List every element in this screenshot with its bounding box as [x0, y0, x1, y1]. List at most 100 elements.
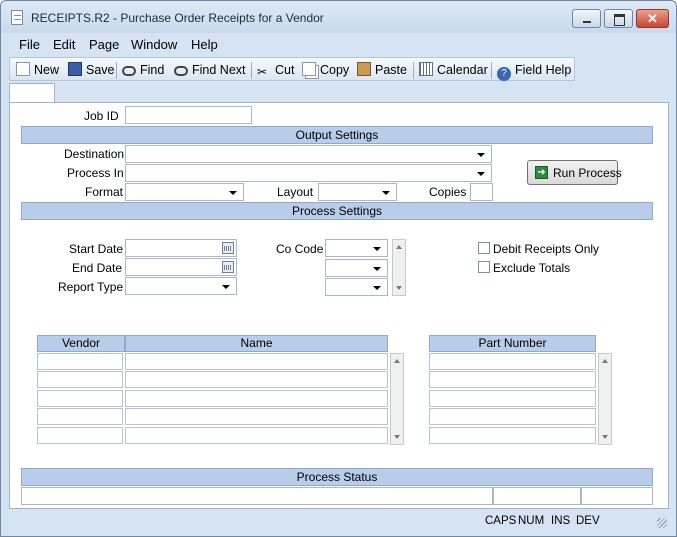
copies-field[interactable]: [470, 183, 493, 201]
process-status-field-3: [581, 487, 653, 505]
process-in-label: Process In: [67, 166, 124, 180]
name-cell[interactable]: [125, 426, 388, 444]
menu-file[interactable]: File: [19, 37, 40, 52]
layout-label: Layout: [277, 185, 314, 199]
scroll-down-icon[interactable]: [602, 435, 608, 439]
part-number-grid-scrollbar[interactable]: [598, 353, 612, 445]
ins-indicator: INS: [551, 515, 571, 527]
process-settings-header: Process Settings: [21, 202, 653, 220]
vendor-cell[interactable]: [37, 426, 123, 444]
copy-icon: [302, 62, 316, 76]
run-arrow-icon: ➜: [535, 166, 548, 179]
paste-button[interactable]: Paste: [357, 61, 407, 79]
field-help-button[interactable]: ? Field Help: [497, 61, 571, 81]
destination-label: Destination: [64, 147, 125, 161]
menu-edit[interactable]: Edit: [53, 37, 75, 52]
calendar-picker-icon[interactable]: [222, 261, 234, 273]
name-cell[interactable]: [125, 371, 388, 389]
binoculars-icon: [122, 66, 136, 76]
end-date-field[interactable]: [125, 258, 237, 276]
minimize-button[interactable]: [572, 9, 601, 28]
format-label: Format: [85, 185, 124, 199]
scroll-up-icon[interactable]: [394, 359, 400, 363]
form-panel: Job ID Output Settings Destination Proce…: [9, 102, 669, 509]
toolbar-separator: [116, 62, 117, 79]
find-next-button[interactable]: Find Next: [174, 61, 246, 79]
run-process-button[interactable]: ➜ Run Process: [527, 160, 622, 185]
output-settings-header: Output Settings: [21, 126, 653, 144]
app-window: RECEIPTS.R2 - Purchase Order Receipts fo…: [0, 0, 677, 537]
status-bar: CAPS NUM INS DEV: [9, 512, 669, 532]
name-cell[interactable]: [125, 389, 388, 407]
layout-combo[interactable]: [318, 183, 397, 201]
cut-button[interactable]: ✂ Cut: [257, 61, 294, 79]
destination-combo[interactable]: [125, 145, 492, 163]
report-type-label: Report Type: [58, 280, 124, 294]
part-number-cell[interactable]: [429, 353, 596, 370]
find-button[interactable]: Find: [122, 61, 164, 79]
tab-main[interactable]: [9, 83, 55, 103]
toolbar-separator: [251, 62, 252, 79]
job-id-field[interactable]: [125, 106, 252, 124]
scissors-icon: ✂: [257, 65, 268, 79]
vendor-column-header: Vendor: [37, 335, 125, 352]
start-date-field[interactable]: [125, 239, 237, 257]
vendor-cell[interactable]: [37, 408, 123, 426]
format-combo[interactable]: [125, 183, 244, 201]
part-number-cell[interactable]: [429, 408, 596, 426]
window-title: RECEIPTS.R2 - Purchase Order Receipts fo…: [31, 11, 324, 25]
tab-strip: [9, 83, 669, 103]
toolbar-separator: [491, 62, 492, 79]
debit-receipts-only-checkbox[interactable]: [478, 242, 490, 254]
vendor-grid-scrollbar[interactable]: [390, 353, 404, 445]
calendar-button[interactable]: Calendar: [419, 61, 488, 79]
debit-receipts-only-label: Debit Receipts Only: [493, 242, 600, 256]
menu-page[interactable]: Page: [89, 37, 119, 52]
new-button[interactable]: New: [16, 61, 59, 79]
co-code-combo-3[interactable]: [325, 278, 388, 296]
title-bar: RECEIPTS.R2 - Purchase Order Receipts fo…: [1, 1, 676, 33]
part-number-cell[interactable]: [429, 426, 596, 444]
new-icon: [16, 62, 30, 76]
process-in-combo[interactable]: [125, 164, 492, 182]
exclude-totals-checkbox[interactable]: [478, 261, 490, 273]
name-cell[interactable]: [125, 353, 388, 370]
name-column-header: Name: [125, 335, 388, 352]
menu-help[interactable]: Help: [191, 37, 218, 52]
menu-window[interactable]: Window: [131, 37, 177, 52]
copy-button[interactable]: Copy: [302, 61, 349, 79]
document-icon: [11, 10, 23, 25]
process-status-field-2: [493, 487, 581, 505]
process-status-field: [21, 487, 493, 505]
scroll-up-icon[interactable]: [602, 359, 608, 363]
co-code-combo-2[interactable]: [325, 259, 388, 277]
dev-indicator: DEV: [576, 515, 600, 527]
scroll-down-icon[interactable]: [396, 286, 402, 290]
co-code-scrollbar[interactable]: [392, 239, 406, 296]
co-code-combo-1[interactable]: [325, 239, 388, 257]
name-cell[interactable]: [125, 408, 388, 426]
report-type-combo[interactable]: [125, 277, 237, 295]
part-number-cell[interactable]: [429, 371, 596, 389]
scroll-up-icon[interactable]: [396, 245, 402, 249]
resize-grip-icon[interactable]: [657, 518, 667, 528]
vendor-cell[interactable]: [37, 389, 123, 407]
calendar-picker-icon[interactable]: [222, 242, 234, 254]
caps-indicator: CAPS: [485, 515, 517, 527]
close-button[interactable]: ✕: [636, 9, 669, 28]
scroll-down-icon[interactable]: [394, 435, 400, 439]
vendor-cell[interactable]: [37, 353, 123, 370]
part-number-cell[interactable]: [429, 389, 596, 407]
start-date-label: Start Date: [69, 242, 124, 256]
maximize-button[interactable]: [604, 9, 633, 28]
save-icon: [68, 62, 82, 76]
calendar-icon: [419, 62, 433, 76]
copies-label: Copies: [429, 185, 467, 199]
co-code-label: Co Code: [276, 242, 324, 256]
toolbar-separator: [413, 62, 414, 79]
save-button[interactable]: Save: [68, 61, 115, 79]
end-date-label: End Date: [72, 261, 123, 275]
vendor-cell[interactable]: [37, 371, 123, 389]
exclude-totals-label: Exclude Totals: [493, 261, 571, 275]
close-icon: ✕: [647, 11, 658, 26]
